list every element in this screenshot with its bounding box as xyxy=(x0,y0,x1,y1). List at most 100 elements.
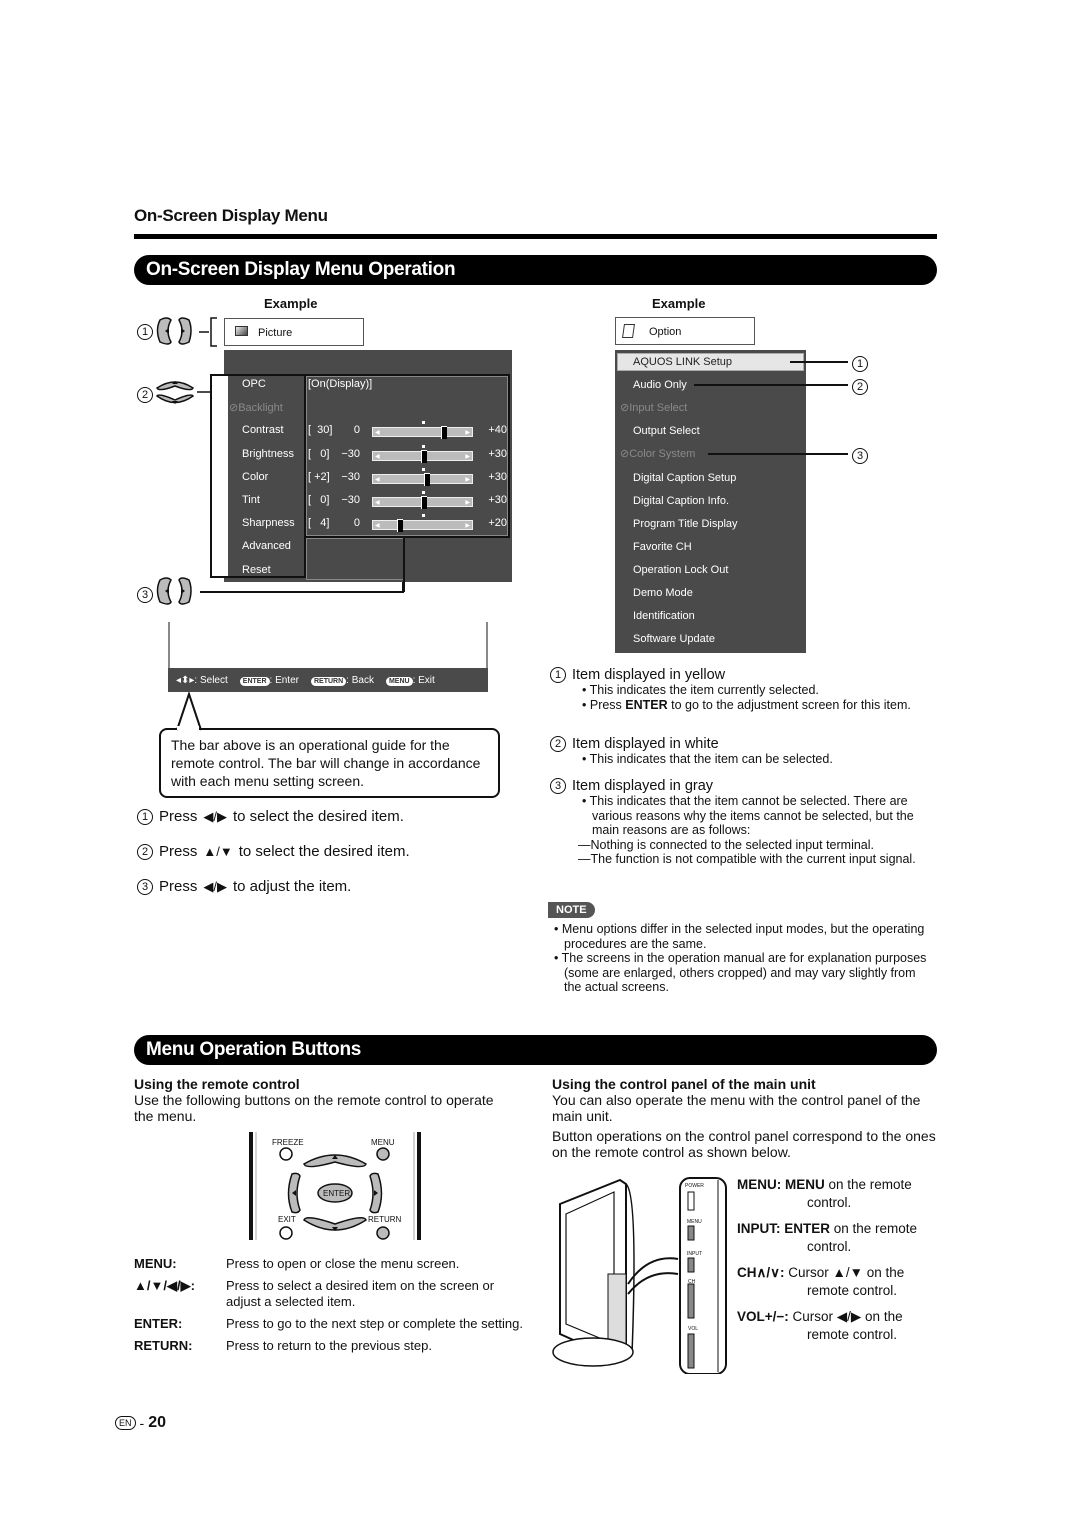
slider-thumb[interactable] xyxy=(441,426,447,440)
enter-label: ENTER xyxy=(323,1189,351,1198)
picture-menu-item[interactable]: Advanced xyxy=(242,540,291,552)
picture-menu-item[interactable]: Brightness xyxy=(242,448,294,460)
slider-min: 0 xyxy=(353,424,360,437)
menu-key-icon: MENU xyxy=(385,676,413,686)
legend-title-text: Item displayed in yellow xyxy=(572,667,726,683)
legend-title: 1 Item displayed in yellow xyxy=(550,667,935,683)
item-value: [On(Display)] xyxy=(308,378,373,390)
guide-enter: ENTER: Enter xyxy=(239,675,299,686)
slider-thumb[interactable] xyxy=(421,449,427,463)
legend-title-text: Item displayed in gray xyxy=(572,778,714,794)
callout-join xyxy=(177,726,199,730)
picture-header[interactable]: Picture xyxy=(224,318,364,346)
panel-label-menu: MENU xyxy=(687,1219,702,1225)
key-desc: Press to return to the previous step. xyxy=(226,1338,432,1353)
slider-thumb[interactable] xyxy=(421,496,427,509)
picture-header-label: Picture xyxy=(258,327,293,339)
picture-menu-item[interactable]: ⊘Backlight xyxy=(229,401,283,414)
remote-key: MENU xyxy=(785,1177,825,1192)
option-menu-item: ⊘Input Select xyxy=(620,402,688,415)
slider-left-arrow-icon: ◀ xyxy=(375,430,380,437)
step-text: to select the desired item. xyxy=(238,843,410,860)
picture-icon xyxy=(235,326,248,336)
option-menu-item[interactable]: Output Select xyxy=(633,422,700,440)
guide-exit: MENU: Exit xyxy=(385,675,435,686)
operation-guide-bar: ◂⬍▸: Select ENTER: Enter RETURN: Back ME… xyxy=(168,668,488,692)
remote-key-row: RETURN: Press to return to the previous s… xyxy=(134,1338,526,1354)
key-desc: Press to go to the next step or complete… xyxy=(226,1316,524,1331)
freeze-label: FREEZE xyxy=(272,1138,304,1147)
right-callout-1: 1 xyxy=(852,354,868,372)
picture-menu-item[interactable]: Color xyxy=(242,471,268,483)
remote-intro: Use the following buttons on the remote … xyxy=(134,1092,494,1124)
step-number: 1 xyxy=(137,808,153,825)
picture-menu-item[interactable]: Sharpness xyxy=(242,517,295,529)
option-menu-item[interactable]: Audio Only xyxy=(633,376,687,394)
callout-number: 1 xyxy=(852,356,868,372)
legend-title: 2 Item displayed in white xyxy=(550,736,935,752)
adjust-slider[interactable]: ◀ ▶ xyxy=(372,426,473,440)
cross-arrows-icon: ◂⬍▸ xyxy=(176,674,195,686)
menu-button xyxy=(376,1147,390,1161)
slider-max: +30 xyxy=(488,470,507,483)
panel-mapping-row: MENU: MENU on the remote control. xyxy=(737,1176,937,1212)
legend-title-text: Item displayed in white xyxy=(572,736,719,752)
adjust-slider[interactable]: ◀ ▶ xyxy=(372,449,473,463)
slider-right-arrow-icon: ▶ xyxy=(465,430,470,437)
option-menu-item[interactable]: AQUOS LINK Setup xyxy=(633,353,732,371)
slider-thumb[interactable] xyxy=(423,472,430,486)
legend-bullet: • This indicates that the item can be se… xyxy=(582,752,833,766)
picture-menu-item[interactable]: Tint xyxy=(242,494,260,506)
step-keys-icon: ◀/▶ xyxy=(203,808,227,824)
key-desc: Press to select a desired item on the sc… xyxy=(226,1278,495,1309)
legend-bullet: • This indicates the item currently sele… xyxy=(582,683,819,697)
slider-right-arrow-icon: ▶ xyxy=(465,453,470,460)
screen-area xyxy=(168,622,488,668)
option-menu-item[interactable]: Software Update xyxy=(633,630,715,648)
step-keys-icon: ◀/▶ xyxy=(203,878,227,894)
section-title: On-Screen Display Menu xyxy=(134,206,328,225)
right-callout-3: 3 xyxy=(852,446,868,465)
option-menu-item[interactable]: Digital Caption Info. xyxy=(633,492,729,510)
mapping-text: Cursor ▲/▼ on the remote control. xyxy=(788,1265,905,1298)
item-value: [ +2] xyxy=(308,470,330,483)
picture-menu-item[interactable]: Contrast xyxy=(242,424,284,436)
option-menu-item[interactable]: Identification xyxy=(633,607,695,625)
option-menu-item[interactable]: Demo Mode xyxy=(633,584,693,602)
legend-dash-item: —Nothing is connected to the selected in… xyxy=(578,837,875,852)
panel-key: VOL+/−: xyxy=(737,1309,793,1324)
guide-back: RETURN: Back xyxy=(310,675,374,686)
note-badge: NOTE xyxy=(548,902,595,918)
key-name: MENU: xyxy=(134,1256,177,1271)
key-name: ▲/▼/◀/▶: xyxy=(134,1278,195,1293)
adjust-slider[interactable]: ◀ ▶ xyxy=(372,472,473,486)
step-text: to select the desired item. xyxy=(232,808,404,825)
picture-menu-item[interactable]: Reset xyxy=(242,564,271,576)
slider-left-arrow-icon: ◀ xyxy=(375,476,380,483)
slider-thumb[interactable] xyxy=(397,519,403,533)
legend-2: 2 Item displayed in white • This indicates… xyxy=(550,736,935,767)
adjust-slider[interactable]: ◀ ▶ xyxy=(372,519,473,533)
step-2: 2 Press ▲/▼ to select the desired item. xyxy=(137,843,410,860)
exit-button xyxy=(279,1226,293,1240)
callout-number: 2 xyxy=(852,379,868,396)
option-menu-item[interactable]: Digital Caption Setup xyxy=(633,469,736,487)
slider-min: 0 xyxy=(353,517,360,530)
option-menu-item[interactable]: Favorite CH xyxy=(633,538,692,556)
left-callout-1: 1 xyxy=(137,322,153,340)
picture-menu-item[interactable]: OPC xyxy=(242,378,266,390)
adjust-slider[interactable]: ◀ ▶ xyxy=(372,496,473,509)
option-menu-item[interactable]: Program Title Display xyxy=(633,515,738,533)
legend-3: 3 Item displayed in gray • This indicates … xyxy=(550,778,935,867)
remote-key-list: MENU: Press to open or close the menu scr… xyxy=(134,1256,526,1360)
step-keys-icon: ▲/▼ xyxy=(203,844,233,859)
panel-mapping-row: INPUT: ENTER on the remote control. xyxy=(737,1220,937,1256)
return-button xyxy=(376,1226,390,1240)
callout-leader-line xyxy=(790,361,848,363)
callout-number: 2 xyxy=(137,387,153,403)
item-value: [ 4] xyxy=(308,517,330,530)
option-menu-item[interactable]: Operation Lock Out xyxy=(633,561,728,579)
slider-center-tick xyxy=(422,514,425,518)
remote-key-row: ▲/▼/◀/▶: Press to select a desired item o… xyxy=(134,1278,526,1310)
option-header[interactable]: Option xyxy=(615,317,755,345)
